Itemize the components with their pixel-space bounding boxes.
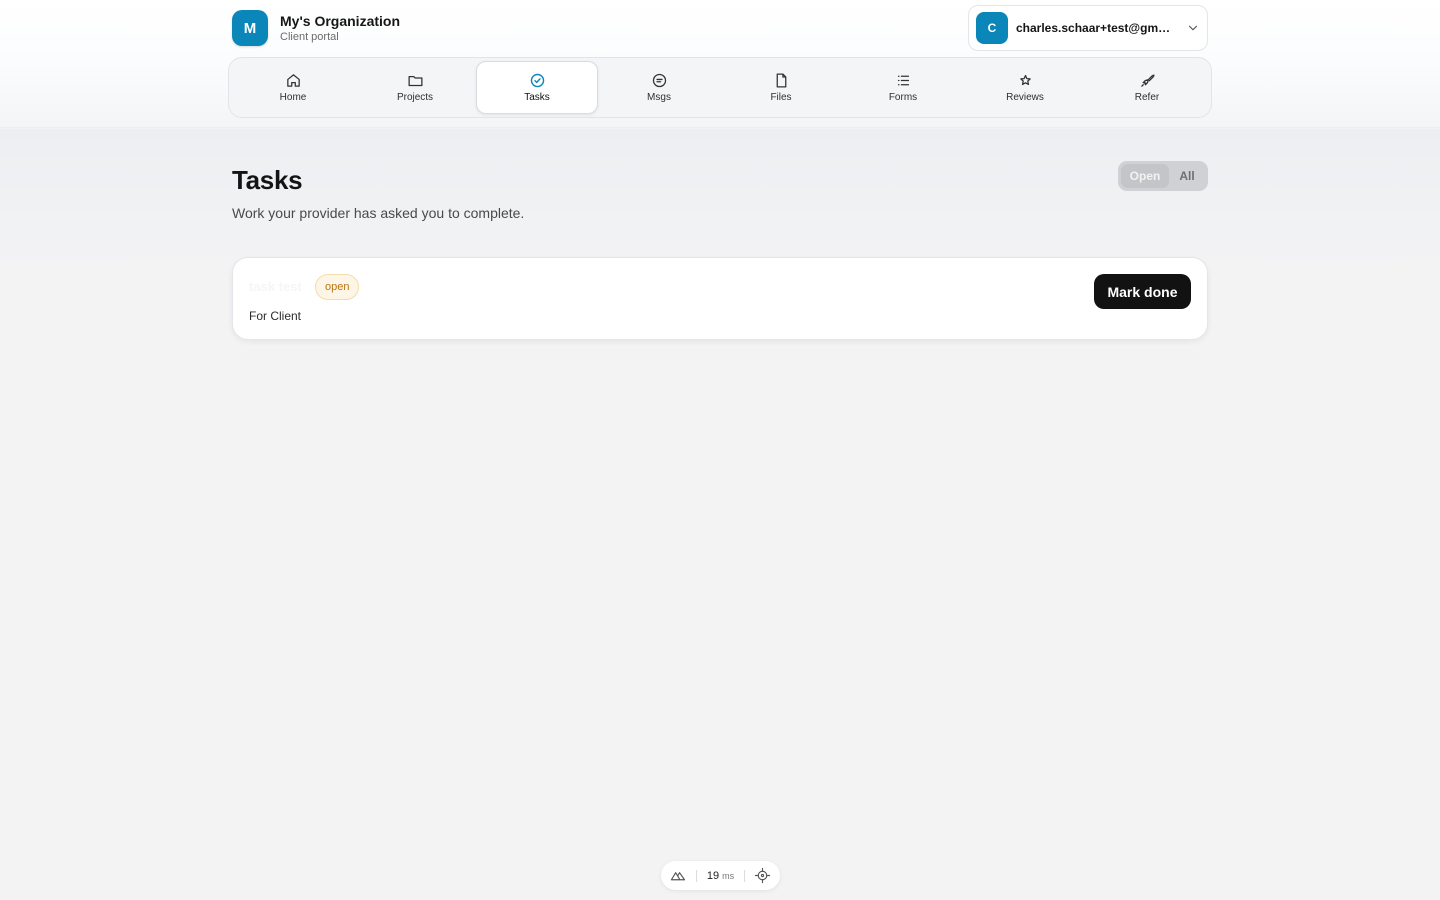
nav-item-refer[interactable]: Refer <box>1086 61 1208 114</box>
star-icon <box>1019 74 1031 86</box>
nav-item-forms[interactable]: Forms <box>842 61 964 114</box>
nav-label: Home <box>279 92 307 103</box>
message-icon <box>652 73 666 88</box>
page-title: Tasks <box>232 165 303 195</box>
devbar-divider <box>696 869 698 882</box>
nav-label: Reviews <box>1006 92 1044 103</box>
status-badge: open <box>315 274 360 300</box>
nav-label: Files <box>770 92 792 103</box>
target-icon[interactable] <box>754 867 771 884</box>
nuxt-icon[interactable] <box>670 867 687 884</box>
account-avatar: C <box>976 12 1008 44</box>
file-icon <box>776 73 786 88</box>
task-card: task test open For Client Mark done <box>232 257 1208 340</box>
nav-item-reviews[interactable]: Reviews <box>964 61 1086 114</box>
nav-item-files[interactable]: Files <box>720 61 842 114</box>
nav-item-projects[interactable]: Projects <box>354 61 476 114</box>
nav-item-home[interactable]: Home <box>232 61 354 114</box>
nav-label: Projects <box>396 92 434 103</box>
org-name: My's Organization <box>280 12 401 29</box>
nav-item-msgs[interactable]: Msgs <box>598 61 720 114</box>
org-subtitle: Client portal <box>280 30 339 43</box>
filter-all-option[interactable]: All <box>1169 164 1205 188</box>
nav-item-tasks[interactable]: Tasks <box>476 61 598 114</box>
nav-label: Refer <box>1134 92 1160 103</box>
mark-done-button[interactable]: Mark done <box>1094 274 1191 309</box>
org-brand: M My's Organization Client portal <box>232 10 400 46</box>
nav-label: Forms <box>888 92 918 103</box>
chevron-down-icon <box>1188 25 1198 31</box>
render-time-value: 19 <box>706 869 720 882</box>
filter-open-option[interactable]: Open <box>1121 164 1169 188</box>
devbar-divider <box>743 869 745 882</box>
nav-label: Tasks <box>524 92 550 103</box>
task-assignee: For Client <box>249 309 302 323</box>
org-logo: M <box>232 10 268 46</box>
task-filter-toggle: Open All <box>1118 161 1208 191</box>
task-title: task test <box>249 279 302 294</box>
render-time: 19 ms <box>707 870 734 882</box>
nav-label: Msgs <box>647 92 671 103</box>
dev-toolbar: 19 ms <box>661 861 780 890</box>
main-nav: Home Projects Tasks Msgs Files Forms Rev… <box>228 57 1212 118</box>
account-email: charles.schaar+test@gmail.... <box>1016 21 1172 35</box>
list-icon <box>897 75 909 86</box>
body-gradient <box>0 129 1440 269</box>
rocket-icon <box>1140 74 1155 87</box>
home-icon <box>286 74 300 87</box>
page-subtitle: Work your provider has asked you to comp… <box>232 205 525 221</box>
render-time-unit: ms <box>722 870 735 881</box>
folder-icon <box>407 75 423 87</box>
account-menu-button[interactable]: C charles.schaar+test@gmail.... <box>968 5 1208 51</box>
check-circle-icon <box>530 73 544 88</box>
